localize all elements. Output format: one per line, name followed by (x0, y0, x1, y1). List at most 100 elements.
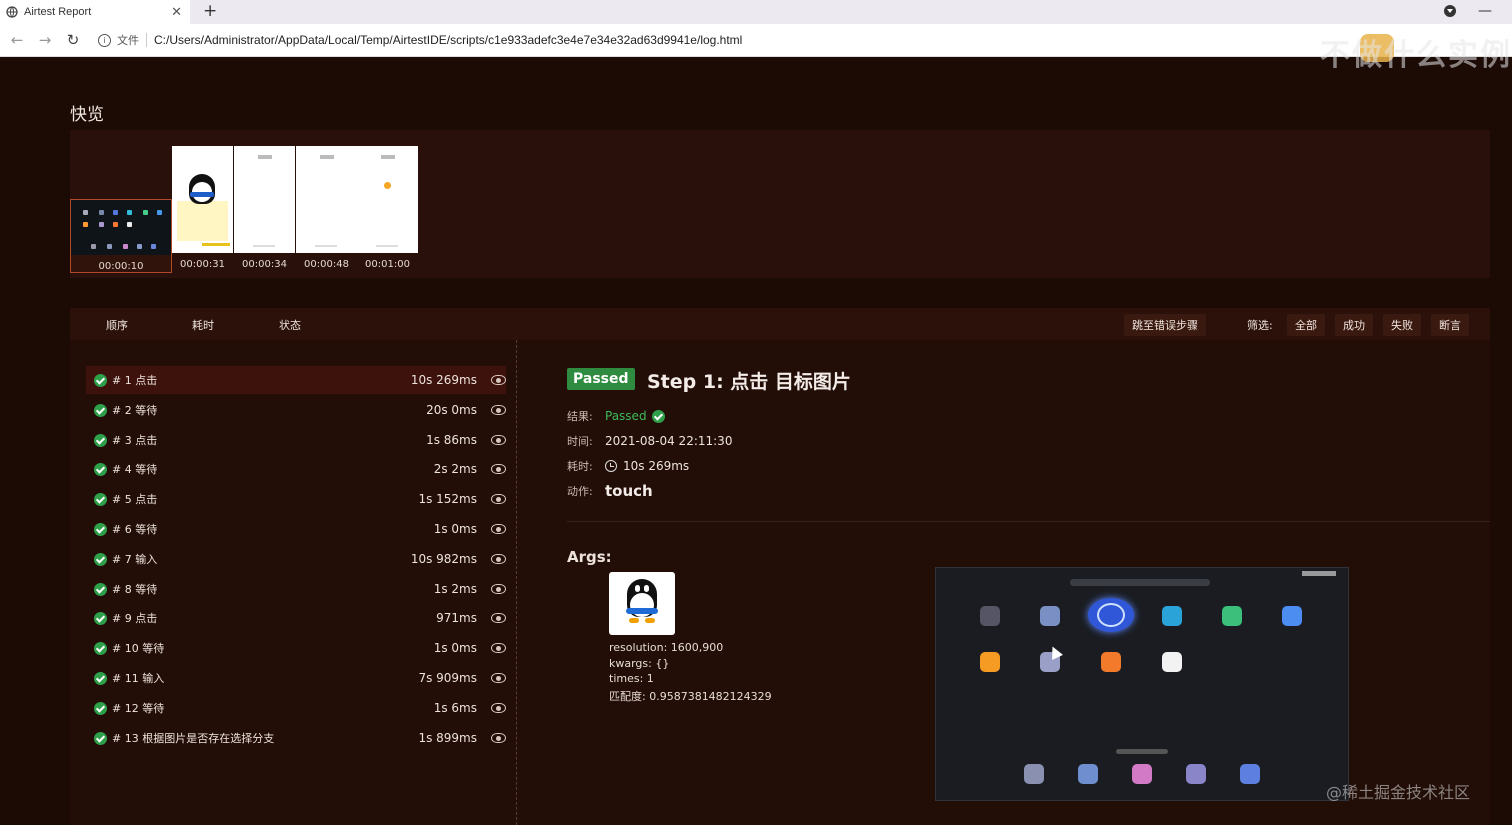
eye-icon[interactable] (491, 733, 506, 743)
step-row-9[interactable]: # 9 点击 971ms (86, 604, 506, 632)
watermark-top: 不做什么实例 (1320, 38, 1512, 73)
eye-icon[interactable] (491, 524, 506, 534)
browser-tab[interactable]: Airtest Report ✕ (0, 0, 190, 24)
url-input[interactable]: C:/Users/Administrator/AppData/Local/Tem… (154, 33, 742, 47)
action-value: touch (605, 482, 653, 500)
app-icon (1024, 764, 1044, 784)
step-label: # 7 输入 (112, 553, 158, 566)
reload-icon[interactable]: ↻ (62, 31, 84, 49)
passed-check-icon (94, 671, 107, 685)
step-row-1[interactable]: # 1 点击 10s 269ms (86, 366, 506, 394)
app-icon (980, 606, 1000, 626)
app-icon (1282, 606, 1302, 626)
sort-by-order[interactable]: 顺序 (106, 317, 128, 333)
thumbnail-image (296, 146, 357, 253)
step-label: # 13 根据图片是否存在选择分支 (112, 732, 275, 745)
thumbnail-1[interactable]: 00:00:10 (70, 199, 172, 273)
step-label: # 9 点击 (112, 612, 158, 625)
url-scheme-label: 文件 (117, 34, 139, 47)
eye-icon[interactable] (491, 494, 506, 504)
tab-close-icon[interactable]: ✕ (171, 5, 182, 20)
app-icon (980, 652, 1000, 672)
screenshot-status-bar (1302, 571, 1336, 576)
step-row-5[interactable]: # 5 点击 1s 152ms (86, 485, 506, 513)
screenshot-hint-bar (1116, 749, 1168, 754)
panel-divider (516, 340, 517, 825)
eye-icon[interactable] (491, 435, 506, 445)
filter-success-button[interactable]: 成功 (1335, 314, 1373, 336)
sort-by-status[interactable]: 状态 (279, 317, 301, 333)
new-tab-button[interactable]: + (203, 1, 217, 21)
browser-tab-bar: Airtest Report ✕ + — (0, 0, 1512, 24)
app-icon (1078, 764, 1098, 784)
minimize-button[interactable]: — (1478, 3, 1492, 19)
thumbnail-5[interactable]: 00:01:00 (357, 146, 418, 270)
steps-toolbar: 顺序 耗时 状态 跳至错误步骤 筛选: 全部 成功 失败 断言 (70, 308, 1490, 340)
thumbnail-image (357, 146, 418, 253)
download-icon[interactable] (1444, 5, 1456, 17)
thumbnail-4[interactable]: 00:00:48 (296, 146, 357, 270)
arg-match-score: 匹配度: 0.9587381482124329 (609, 690, 772, 703)
thumbnail-time: 00:00:31 (180, 259, 225, 270)
step-row-12[interactable]: # 12 等待 1s 6ms (86, 694, 506, 722)
app-icon (1162, 652, 1182, 672)
sort-by-duration[interactable]: 耗时 (192, 317, 214, 333)
duration-value: 10s 269ms (623, 459, 690, 473)
thumbnail-time: 00:00:34 (242, 259, 287, 270)
eye-icon[interactable] (491, 464, 506, 474)
url-separator (146, 33, 147, 47)
thumbnail-time: 00:00:10 (98, 261, 144, 272)
eye-icon[interactable] (491, 584, 506, 594)
step-row-4[interactable]: # 4 等待 2s 2ms (86, 455, 506, 483)
screenshot-search-bar (1070, 579, 1210, 586)
step-row-6[interactable]: # 6 等待 1s 0ms (86, 515, 506, 543)
step-time: 1s 0ms (433, 641, 477, 655)
filter-fail-button[interactable]: 失败 (1383, 314, 1421, 336)
step-row-2[interactable]: # 2 等待 20s 0ms (86, 396, 506, 424)
info-icon[interactable]: i (98, 33, 111, 47)
globe-icon (6, 6, 18, 18)
passed-check-icon (94, 641, 107, 655)
time-row: 时间: 2021-08-04 22:11:30 (567, 433, 732, 449)
action-label: 动作: (567, 485, 593, 498)
step-time: 1s 86ms (426, 433, 477, 447)
duration-row: 耗时: 10s 269ms (567, 458, 689, 474)
step-row-8[interactable]: # 8 等待 1s 2ms (86, 575, 506, 603)
device-screenshot[interactable] (935, 567, 1349, 801)
back-icon[interactable]: ← (6, 31, 28, 49)
eye-icon[interactable] (491, 375, 506, 385)
step-label: # 5 点击 (112, 493, 158, 506)
args-title: Args: (567, 548, 612, 566)
filter-assert-button[interactable]: 断言 (1431, 314, 1469, 336)
step-time: 1s 2ms (433, 582, 477, 596)
eye-icon[interactable] (491, 405, 506, 415)
eye-icon[interactable] (491, 554, 506, 564)
address-bar: ← → ↻ i 文件 C:/Users/Administrator/AppDat… (0, 24, 1512, 57)
step-row-10[interactable]: # 10 等待 1s 0ms (86, 634, 506, 662)
app-icon (1162, 606, 1182, 626)
step-row-11[interactable]: # 11 输入 7s 909ms (86, 664, 506, 692)
thumbnail-2[interactable]: 00:00:31 (172, 146, 233, 270)
passed-check-icon (94, 611, 107, 625)
thumbnail-3[interactable]: 00:00:34 (234, 146, 295, 270)
passed-check-icon (94, 373, 107, 387)
arg-resolution: resolution: 1600,900 (609, 641, 724, 654)
passed-check-icon (94, 582, 107, 596)
time-label: 时间: (567, 435, 593, 448)
step-row-13[interactable]: # 13 根据图片是否存在选择分支 1s 899ms (86, 724, 506, 752)
eye-icon[interactable] (491, 673, 506, 683)
passed-check-icon (94, 701, 107, 715)
arg-times: times: 1 (609, 672, 654, 685)
step-row-3[interactable]: # 3 点击 1s 86ms (86, 426, 506, 454)
jump-to-error-button[interactable]: 跳至错误步骤 (1124, 314, 1206, 336)
step-time: 20s 0ms (426, 403, 477, 417)
step-label: # 2 等待 (112, 404, 158, 417)
target-image-qq-icon[interactable] (609, 572, 675, 635)
eye-icon[interactable] (491, 613, 506, 623)
eye-icon[interactable] (491, 703, 506, 713)
forward-icon[interactable]: → (34, 31, 56, 49)
thumbnail-time: 00:00:48 (304, 259, 349, 270)
eye-icon[interactable] (491, 643, 506, 653)
filter-all-button[interactable]: 全部 (1287, 314, 1325, 336)
step-row-7[interactable]: # 7 输入 10s 982ms (86, 545, 506, 573)
